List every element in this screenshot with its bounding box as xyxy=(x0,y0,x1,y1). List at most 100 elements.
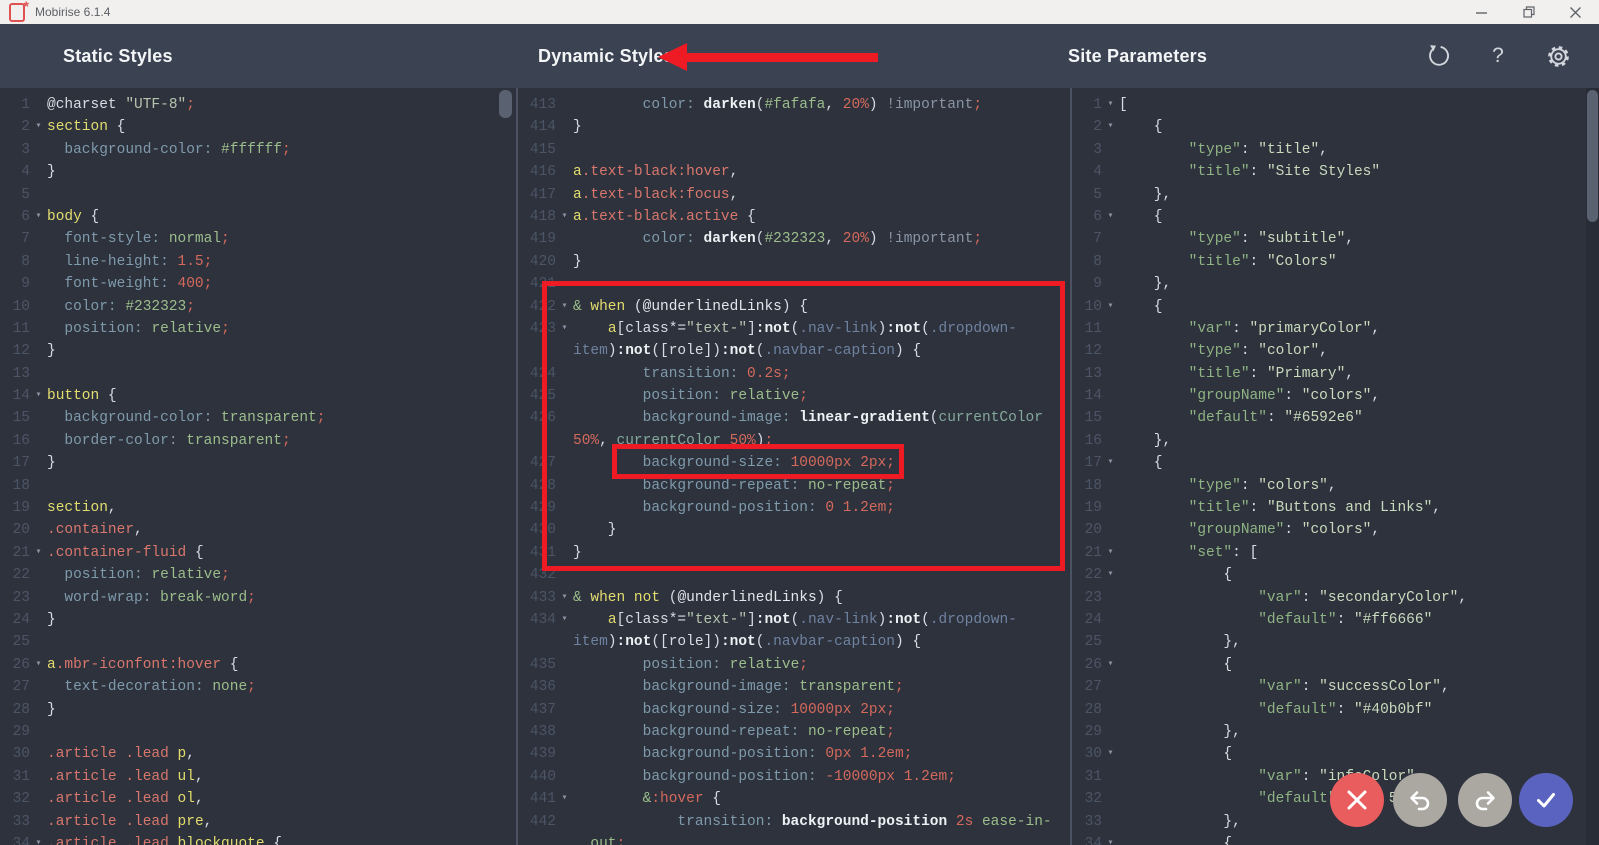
code-text: "var": "successColor", xyxy=(1258,679,1450,696)
line-number: 8 xyxy=(21,253,30,270)
code-text: }, xyxy=(1119,723,1241,740)
line-number: 438 xyxy=(529,723,556,740)
redo-button[interactable] xyxy=(1458,773,1512,827)
code-text: background-color: #ffffff; xyxy=(64,141,291,158)
code-line: 8 line-height: 1.5; xyxy=(0,251,516,273)
line-number xyxy=(518,631,556,653)
code-text: button { xyxy=(47,388,117,405)
line-number: 26 xyxy=(12,656,30,673)
cancel-button[interactable] xyxy=(1330,773,1384,827)
fold-arrow-icon[interactable]: ▾ xyxy=(556,206,573,228)
fold-arrow-icon[interactable]: ▾ xyxy=(556,318,573,340)
code-text: { xyxy=(1119,835,1233,845)
fold-arrow-icon[interactable]: ▾ xyxy=(1102,206,1119,228)
code-line: 7 "type": "subtitle", xyxy=(1072,228,1599,250)
code-line: 10 color: #232323; xyxy=(0,296,516,318)
help-button[interactable]: ? xyxy=(1483,41,1513,71)
line-number: 431 xyxy=(529,544,556,561)
line-number: 23 xyxy=(1084,589,1102,606)
code-text: a[class*="text-"]:not(.nav-link):not(.dr… xyxy=(607,611,1017,628)
line-number: 11 xyxy=(12,320,30,337)
apply-button[interactable] xyxy=(1519,773,1573,827)
fold-arrow-icon[interactable]: ▾ xyxy=(30,385,47,407)
code-line: 20 "groupName": "colors", xyxy=(1072,519,1599,541)
restore-button[interactable] xyxy=(1505,0,1552,24)
line-number: 12 xyxy=(1084,343,1102,360)
code-line: item):not([role]):not(.navbar-caption) { xyxy=(518,631,1070,653)
code-text: }, xyxy=(1119,432,1172,449)
fold-arrow-icon[interactable]: ▾ xyxy=(556,609,573,631)
code-line: 432 xyxy=(518,564,1070,586)
refresh-button[interactable] xyxy=(1423,41,1453,71)
code-text: background-image: transparent; xyxy=(642,679,904,696)
dynamic-styles-editor[interactable]: 413 color: darken(#fafafa, 20%) !importa… xyxy=(518,88,1070,845)
code-line: 27 text-decoration: none; xyxy=(0,676,516,698)
close-button[interactable] xyxy=(1552,0,1599,24)
code-text: } xyxy=(573,544,582,561)
fold-arrow-icon[interactable]: ▾ xyxy=(556,296,573,318)
fold-arrow-icon[interactable]: ▾ xyxy=(556,587,573,609)
code-line: 15 "default": "#6592e6" xyxy=(1072,407,1599,429)
fold-arrow-icon[interactable]: ▾ xyxy=(1102,542,1119,564)
os-titlebar: Mobirise 6.1.4 xyxy=(0,0,1599,24)
code-text: "var": "primaryColor", xyxy=(1188,320,1381,337)
code-text: position: relative; xyxy=(642,656,808,673)
settings-button[interactable] xyxy=(1543,41,1573,71)
code-line: 27 "var": "successColor", xyxy=(1072,676,1599,698)
undo-button[interactable] xyxy=(1393,773,1447,827)
code-text: } xyxy=(47,343,56,360)
line-number: 441 xyxy=(529,791,556,808)
code-line: 6 ▾ { xyxy=(1072,206,1599,228)
line-number: 10 xyxy=(1084,298,1102,315)
fold-arrow-icon[interactable]: ▾ xyxy=(30,116,47,138)
minimize-button[interactable] xyxy=(1458,0,1505,24)
code-line: 29 }, xyxy=(1072,721,1599,743)
code-text: border-color: transparent; xyxy=(64,432,291,449)
fold-arrow-icon[interactable]: ▾ xyxy=(1102,452,1119,474)
code-line: 439 background-position: 0px 1.2em; xyxy=(518,743,1070,765)
code-text: section, xyxy=(47,500,117,517)
fold-arrow-icon[interactable]: ▾ xyxy=(1102,743,1119,765)
fold-arrow-icon[interactable]: ▾ xyxy=(30,542,47,564)
static-editor-scrollbar-thumb[interactable] xyxy=(499,90,512,118)
fold-arrow-icon[interactable]: ▾ xyxy=(1102,564,1119,586)
fold-arrow-icon[interactable]: ▾ xyxy=(30,833,47,845)
line-number: 420 xyxy=(529,253,556,270)
code-line: 435 position: relative; xyxy=(518,654,1070,676)
code-text: } xyxy=(47,611,56,628)
fold-arrow-icon[interactable]: ▾ xyxy=(1102,654,1119,676)
code-text: "type": "color", xyxy=(1188,343,1328,360)
static-styles-editor[interactable]: 1 @charset "UTF-8"; 2 ▾ section {3 backgroun… xyxy=(0,88,516,845)
fold-arrow-icon[interactable]: ▾ xyxy=(30,206,47,228)
fold-arrow-icon[interactable]: ▾ xyxy=(1102,833,1119,845)
code-text: } xyxy=(47,701,56,718)
code-line: 16 }, xyxy=(1072,430,1599,452)
fold-arrow-icon[interactable]: ▾ xyxy=(1102,94,1119,116)
line-number: 33 xyxy=(1084,813,1102,830)
fold-arrow-icon[interactable]: ▾ xyxy=(1102,116,1119,138)
code-text: background-repeat: no-repeat; xyxy=(642,477,895,494)
fold-arrow-icon[interactable]: ▾ xyxy=(1102,296,1119,318)
site-parameters-editor[interactable]: 1 ▾[2 ▾ {3 "type": "title", 4 "title": "Sit… xyxy=(1072,88,1599,845)
line-number: 430 xyxy=(529,522,556,539)
header-icons: ? xyxy=(1423,24,1573,88)
line-number: 6 xyxy=(1093,208,1102,225)
code-line: 34 ▾ { xyxy=(1072,833,1599,845)
fold-arrow-icon[interactable]: ▾ xyxy=(556,788,573,810)
code-text: "type": "title", xyxy=(1188,141,1328,158)
code-line: 26 ▾ a.mbr-iconfont:hover { xyxy=(0,654,516,676)
code-text: a.text-black.active { xyxy=(573,208,756,225)
params-editor-scrollbar-thumb[interactable] xyxy=(1587,90,1598,222)
fold-arrow-icon[interactable]: ▾ xyxy=(30,654,47,676)
line-number: 12 xyxy=(12,343,30,360)
line-number: 427 xyxy=(529,455,556,472)
